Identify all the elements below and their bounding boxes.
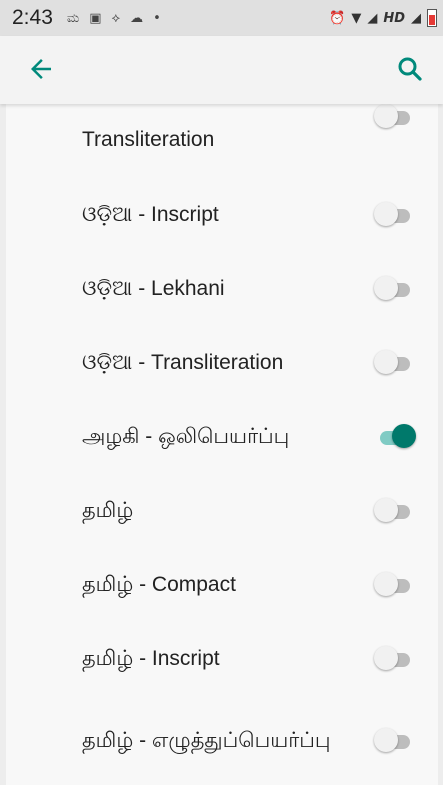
signal-empty-icon: ◢ [367, 10, 378, 26]
language-toggle[interactable] [374, 728, 416, 754]
language-row[interactable]: தமிழ் - Inscript [6, 622, 438, 696]
notification-app-icon: ಮ [66, 10, 80, 26]
language-row[interactable]: அழகி - ஒலிபெயர்ப்பு [6, 400, 438, 474]
language-toggle[interactable] [374, 646, 416, 672]
language-toggle[interactable] [374, 424, 416, 450]
notification-icons: ಮ ▣ ⟡ ☁ • [67, 11, 161, 26]
arrow-left-icon[interactable] [26, 54, 56, 84]
language-label: ଓଡ଼ିଆ - Lekhani [82, 277, 225, 300]
language-toggle[interactable] [374, 104, 416, 130]
app-bar [0, 36, 443, 104]
language-toggle[interactable] [374, 572, 416, 598]
language-row[interactable]: ଓଡ଼ିଆ - Lekhani [6, 252, 438, 326]
cloud-notification-icon: ☁ [130, 10, 144, 26]
status-time: 2:43 [12, 6, 53, 29]
signal-icon: ◢ [411, 10, 421, 26]
language-label: அழகி - ஒலிபெயர்ப்பு [82, 425, 290, 448]
language-row[interactable]: தமிழ் - எழுத்துப்பெயர்ப்பு [6, 696, 438, 785]
language-label: ଓଡ଼ିଆ - Transliteration [82, 351, 284, 374]
dot-notification-icon: • [153, 10, 161, 26]
language-label: தமிழ் [82, 499, 134, 522]
language-label: தமிழ் - Inscript [82, 647, 220, 670]
language-row[interactable]: ଓଡ଼ିଆ - Transliteration [6, 326, 438, 400]
language-label: தமிழ் - Compact [82, 573, 236, 596]
language-label: Transliteration [82, 128, 215, 151]
image-notification-icon: ▣ [89, 10, 102, 26]
language-label: தமிழ் - எழுத்துப்பெயர்ப்பு [82, 729, 331, 752]
wind-notification-icon: ⟡ [111, 10, 121, 26]
language-row[interactable]: ଓଡ଼ିଆ - Inscript [6, 178, 438, 252]
language-toggle[interactable] [374, 276, 416, 302]
language-list: Transliteration ଓଡ଼ିଆ - Inscript ଓଡ଼ିଆ -… [6, 104, 438, 785]
system-icons: ⏰ ▼ ◢ HD ◢ [329, 9, 437, 27]
wifi-icon: ▼ [351, 10, 362, 26]
hd-label: HD [383, 10, 405, 26]
alarm-icon: ⏰ [329, 10, 346, 26]
language-toggle[interactable] [374, 498, 416, 524]
language-toggle[interactable] [374, 202, 416, 228]
battery-icon [427, 9, 437, 27]
language-toggle[interactable] [374, 350, 416, 376]
status-bar: 2:43 ಮ ▣ ⟡ ☁ • ⏰ ▼ ◢ HD ◢ [0, 0, 443, 36]
language-row[interactable]: Transliteration [6, 104, 438, 178]
language-list-container[interactable]: Transliteration ଓଡ଼ିଆ - Inscript ଓଡ଼ିଆ -… [6, 104, 438, 785]
language-row[interactable]: தமிழ் [6, 474, 438, 548]
language-label: ଓଡ଼ିଆ - Inscript [82, 203, 219, 226]
language-row[interactable]: தமிழ் - Compact [6, 548, 438, 622]
search-icon[interactable] [395, 54, 425, 84]
